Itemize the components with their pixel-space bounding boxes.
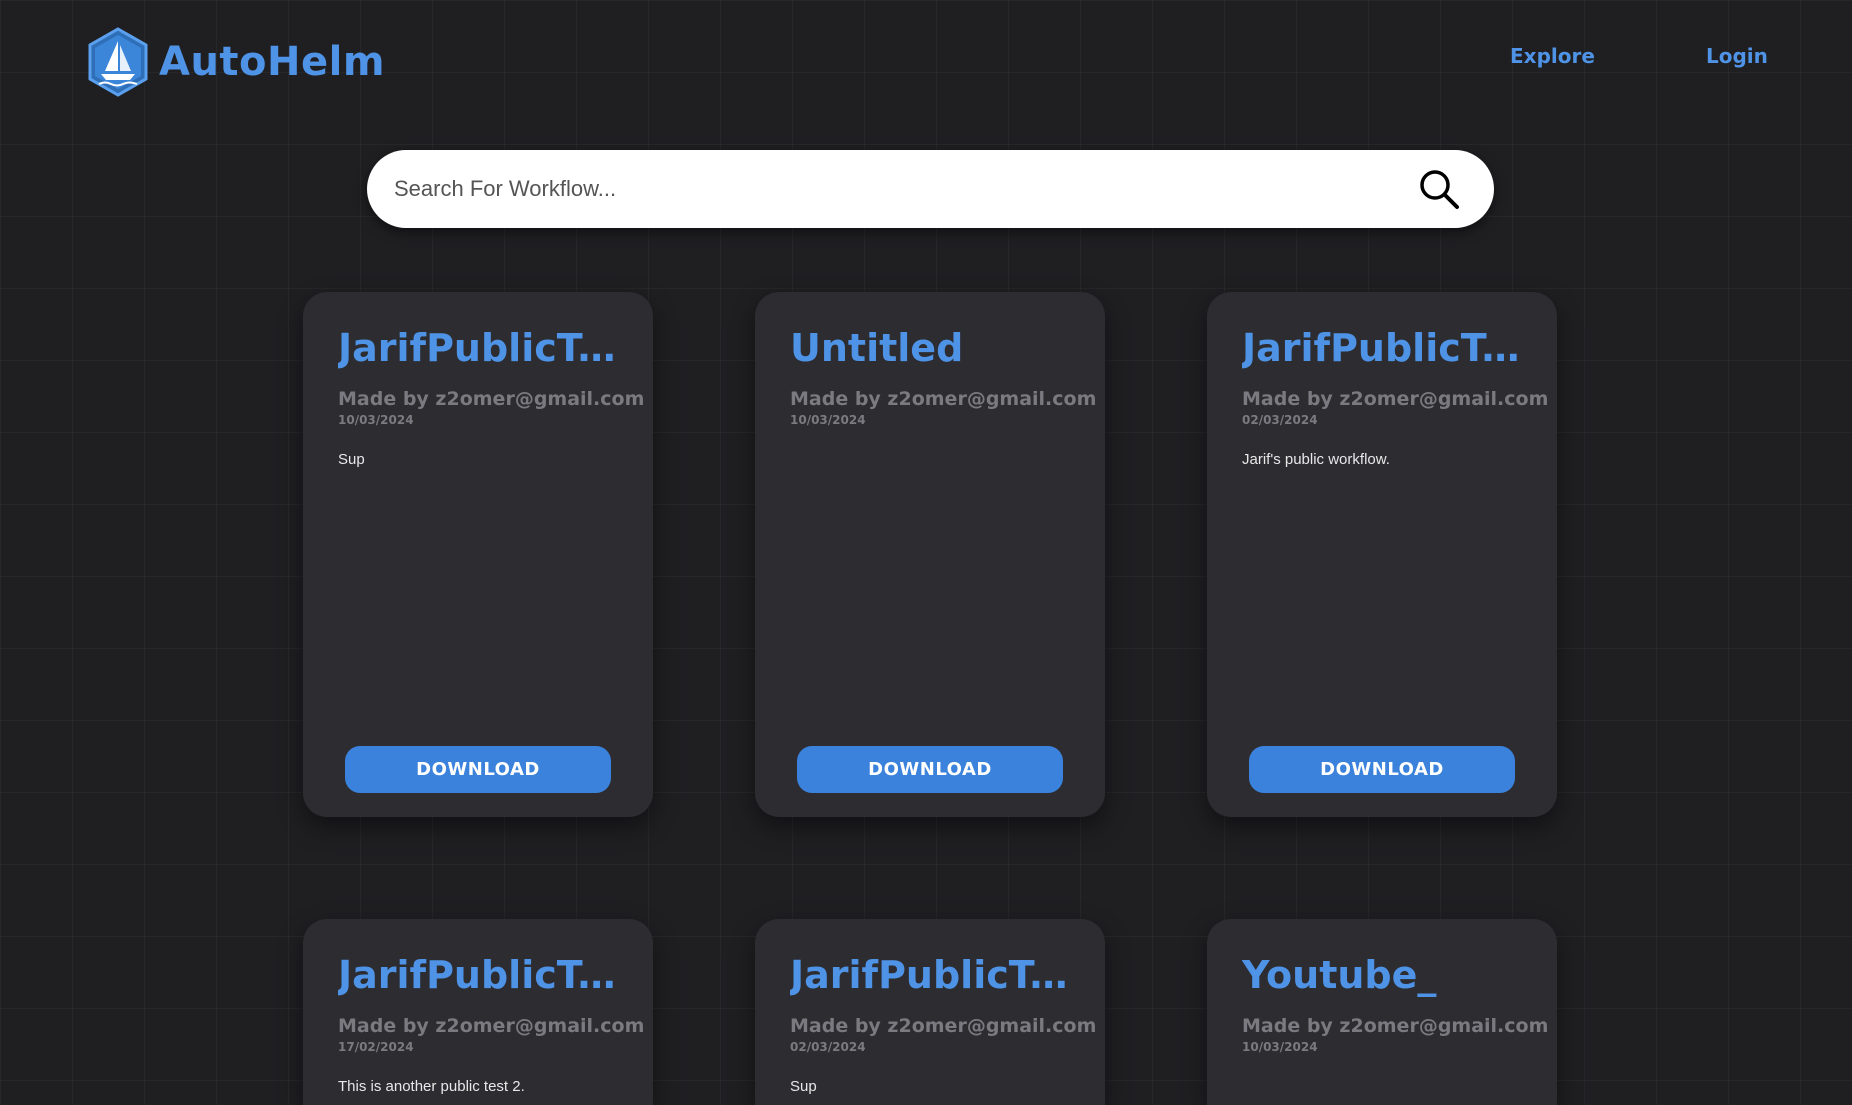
search-bar — [367, 150, 1494, 228]
workflow-author: Made by z2omer@gmail.com — [790, 387, 1097, 410]
brand-name: AutoHelm — [159, 39, 386, 85]
brand[interactable]: AutoHelm — [87, 27, 385, 97]
search-icon — [1420, 170, 1459, 209]
workflow-author: Made by z2omer@gmail.com — [338, 1014, 645, 1037]
workflow-description: Jarif's public workflow. — [1242, 450, 1390, 468]
download-button[interactable]: DOWNLOAD — [1249, 746, 1515, 793]
workflow-date: 10/03/2024 — [790, 412, 866, 427]
workflow-card: JarifPublicTe... Made by z2omer@gmail.co… — [755, 919, 1105, 1105]
workflow-card: JarifPublicTe... Made by z2omer@gmail.co… — [303, 292, 653, 817]
workflow-card: Untitled Made by z2omer@gmail.com 10/03/… — [755, 292, 1105, 817]
workflow-title[interactable]: JarifPublicTest — [1242, 326, 1522, 372]
sailboat-hexagon-logo — [88, 27, 148, 97]
workflow-title[interactable]: JarifPublicTe... — [790, 953, 1070, 999]
workflow-date: 02/03/2024 — [790, 1039, 866, 1054]
workflow-card: JarifPublicTest Made by z2omer@gmail.com… — [1207, 292, 1557, 817]
search-input[interactable] — [392, 175, 1414, 203]
workflow-author: Made by z2omer@gmail.com — [790, 1014, 1097, 1037]
workflow-date: 02/03/2024 — [1242, 412, 1318, 427]
workflow-title[interactable]: Youtube_ — [1242, 953, 1522, 999]
workflow-date: 10/03/2024 — [338, 412, 414, 427]
workflow-date: 17/02/2024 — [338, 1039, 414, 1054]
workflow-title[interactable]: Untitled — [790, 326, 1070, 372]
workflow-date: 10/03/2024 — [1242, 1039, 1318, 1054]
workflow-description: Sup — [790, 1077, 817, 1095]
workflow-description: This is another public test 2. — [338, 1077, 525, 1095]
workflow-card: Youtube_ Made by z2omer@gmail.com 10/03/… — [1207, 919, 1557, 1105]
workflow-author: Made by z2omer@gmail.com — [1242, 387, 1549, 410]
download-button[interactable]: DOWNLOAD — [797, 746, 1063, 793]
nav-login-link[interactable]: Login — [1706, 44, 1768, 68]
workflow-author: Made by z2omer@gmail.com — [338, 387, 645, 410]
workflow-title[interactable]: JarifPublicTe... — [338, 326, 618, 372]
workflow-author: Made by z2omer@gmail.com — [1242, 1014, 1549, 1037]
nav-explore-link[interactable]: Explore — [1510, 44, 1595, 68]
download-button[interactable]: DOWNLOAD — [345, 746, 611, 793]
workflow-description: Sup — [338, 450, 365, 468]
workflow-card: JarifPublicTe... Made by z2omer@gmail.co… — [303, 919, 653, 1105]
workflow-title[interactable]: JarifPublicTe... — [338, 953, 618, 999]
search-button[interactable] — [1414, 164, 1464, 214]
